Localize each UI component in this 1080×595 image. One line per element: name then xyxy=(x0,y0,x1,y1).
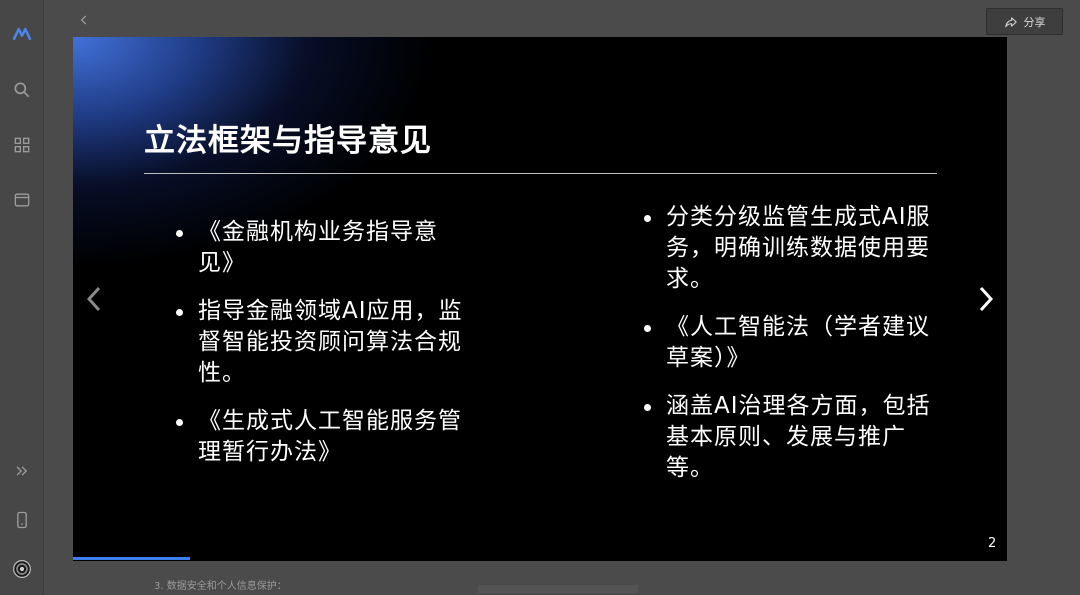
chevron-right-icon xyxy=(979,286,994,312)
slide-title: 立法框架与指导意见 xyxy=(144,123,432,159)
left-sidebar xyxy=(0,0,44,595)
chevron-left-icon xyxy=(86,286,101,312)
bullet-item: 《生成式人工智能服务管理暂行办法》 xyxy=(173,406,473,468)
bullet-item: 分类分级监管生成式AI服务，明确训练数据使用要求。 xyxy=(641,202,941,295)
share-label: 分享 xyxy=(1023,15,1046,29)
bullet-item: 《金融机构业务指导意见》 xyxy=(173,217,473,279)
window-icon[interactable] xyxy=(10,188,34,212)
presentation-slide[interactable]: 立法框架与指导意见 《金融机构业务指导意见》 指导金融领域AI应用，监督智能投资… xyxy=(73,37,1007,561)
share-button[interactable]: 分享 xyxy=(986,8,1063,35)
share-arrow-icon xyxy=(1004,15,1018,29)
bullet-item: 《人工智能法（学者建议草案）》 xyxy=(641,312,941,374)
app-window: 分享 3. 数据安全和个人信息保护： 立法框架与指导意见 《金融机构业务指导意见… xyxy=(0,0,1080,595)
document-next-heading: 3. 数据安全和个人信息保护： xyxy=(154,581,287,592)
grid-icon[interactable] xyxy=(10,133,34,157)
bullet-item: 指导金融领域AI应用，监督智能投资顾问算法合规性。 xyxy=(173,296,473,389)
next-slide-button[interactable] xyxy=(975,284,997,314)
title-divider xyxy=(144,173,937,174)
slide-page-number: 2 xyxy=(988,536,997,551)
mobile-icon[interactable] xyxy=(10,508,34,532)
right-column: 分类分级监管生成式AI服务，明确训练数据使用要求。 《人工智能法（学者建议草案）… xyxy=(641,202,941,501)
slide-progress-fill xyxy=(73,557,190,560)
slide-progress-bar xyxy=(73,557,1007,561)
left-column: 《金融机构业务指导意见》 指导金融领域AI应用，监督智能投资顾问算法合规性。 《… xyxy=(173,217,473,485)
bullet-item: 涵盖AI治理各方面，包括基本原则、发展与推广等。 xyxy=(641,391,941,484)
search-icon[interactable] xyxy=(10,78,34,102)
avatar-icon[interactable] xyxy=(10,557,34,581)
app-logo-icon[interactable] xyxy=(10,22,34,46)
double-chevron-right-icon[interactable] xyxy=(10,459,34,483)
chevron-left-icon[interactable] xyxy=(74,10,94,30)
previous-slide-button[interactable] xyxy=(83,284,105,314)
document-blurred-line xyxy=(478,585,638,593)
